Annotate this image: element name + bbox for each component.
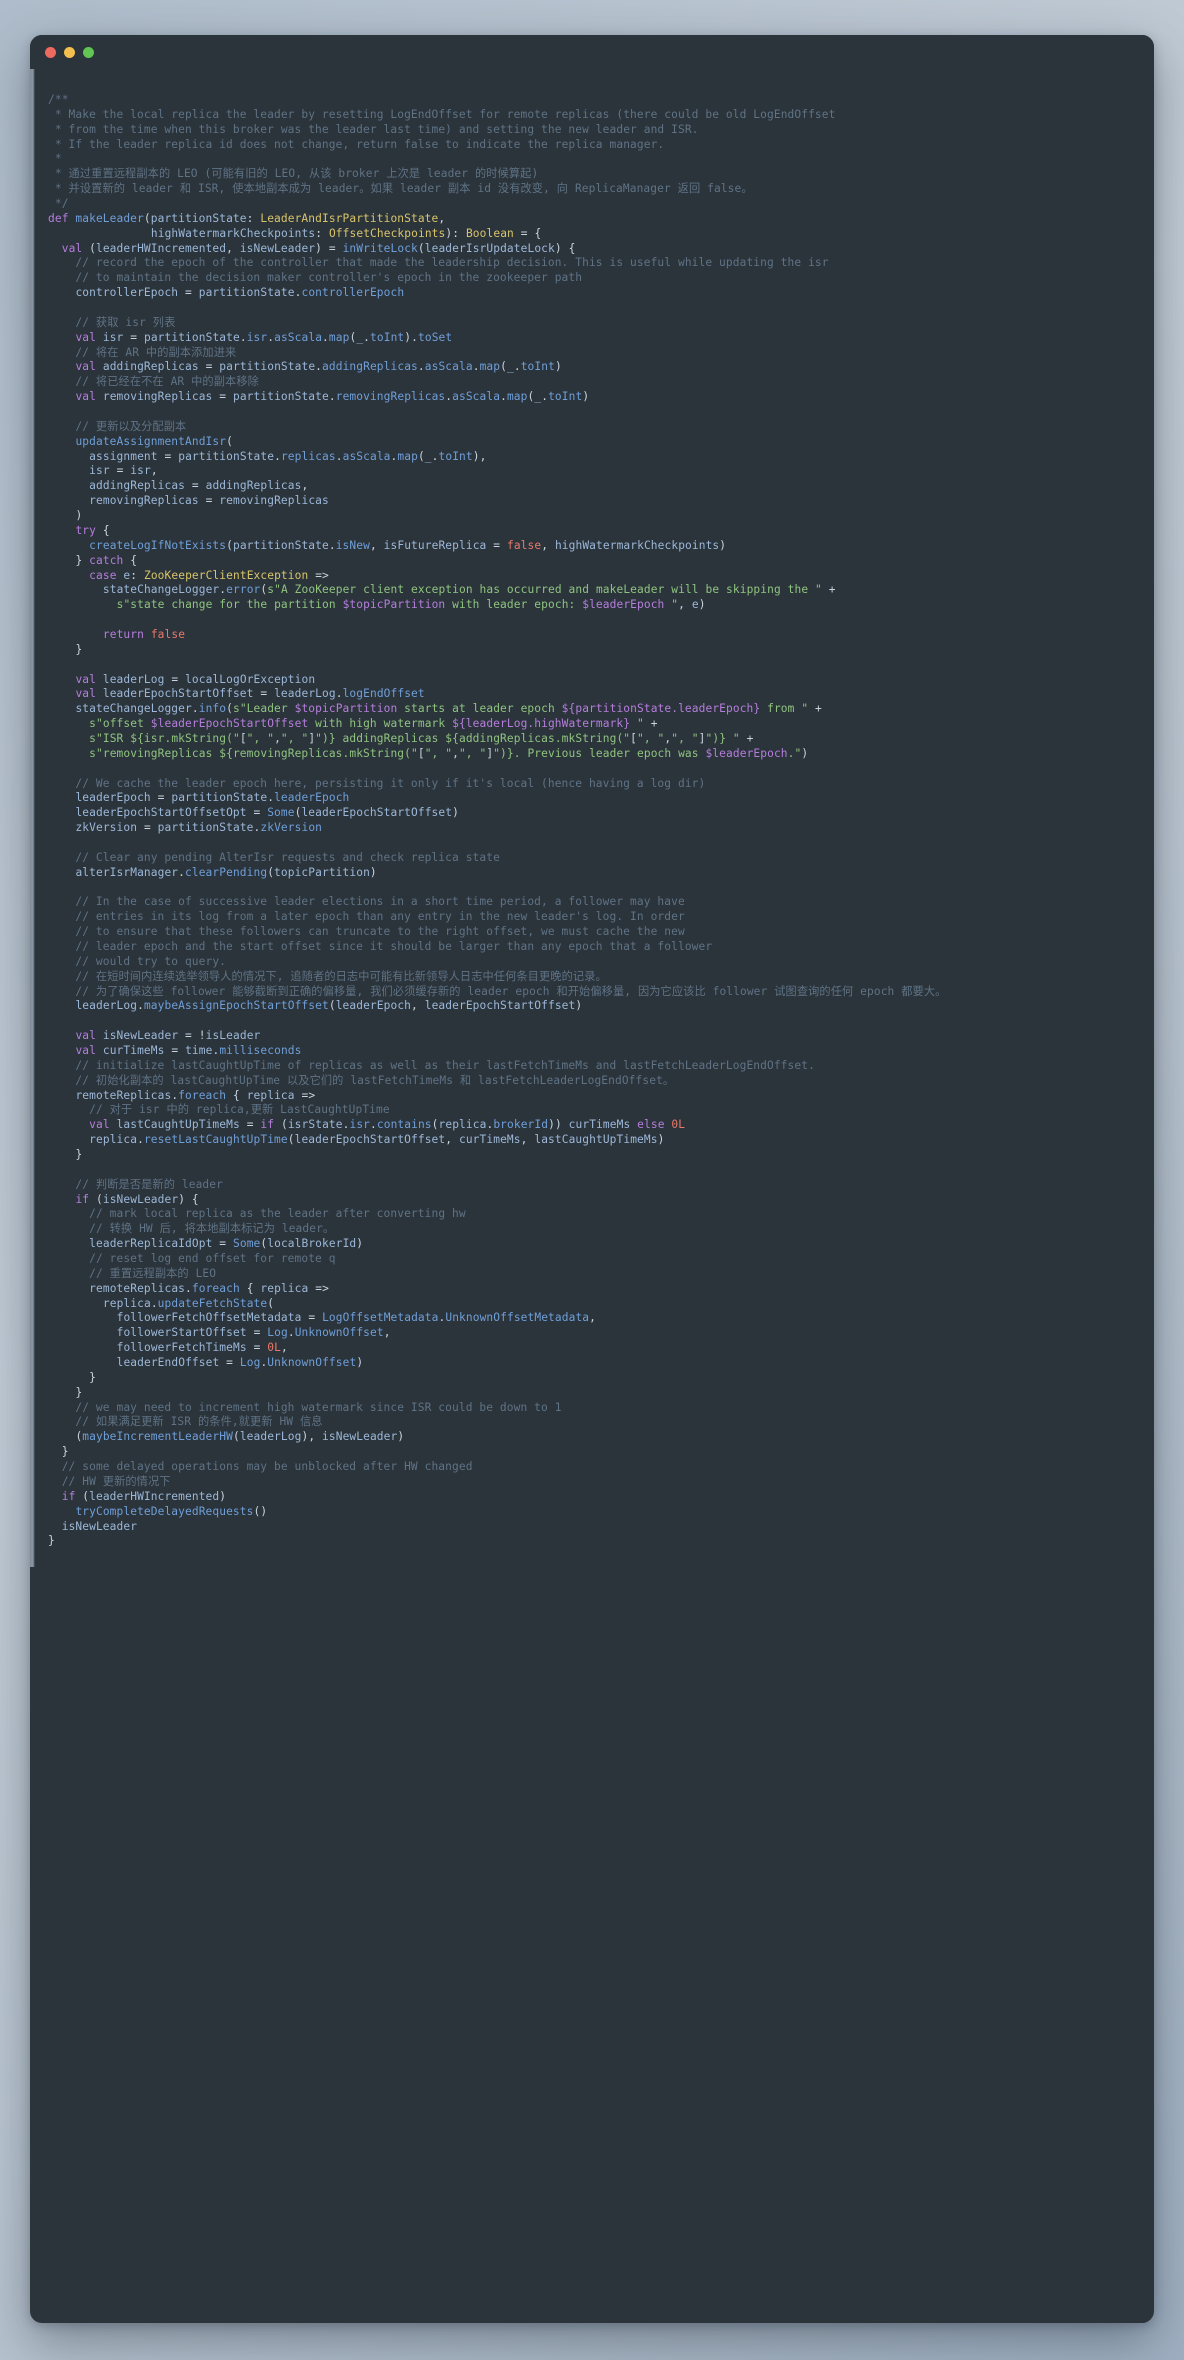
close-button[interactable] <box>45 46 56 58</box>
gutter-highlight-bar <box>30 69 35 1568</box>
screenshot-root: /** * Make the local replica the leader … <box>0 0 1184 2360</box>
maximize-button[interactable] <box>83 46 94 58</box>
window-titlebar <box>30 35 1154 69</box>
minimize-button[interactable] <box>64 46 75 58</box>
code-window: /** * Make the local replica the leader … <box>30 35 1154 2323</box>
code-editor[interactable]: /** * Make the local replica the leader … <box>30 69 1154 1568</box>
code-content[interactable]: /** * Make the local replica the leader … <box>48 93 1138 1549</box>
